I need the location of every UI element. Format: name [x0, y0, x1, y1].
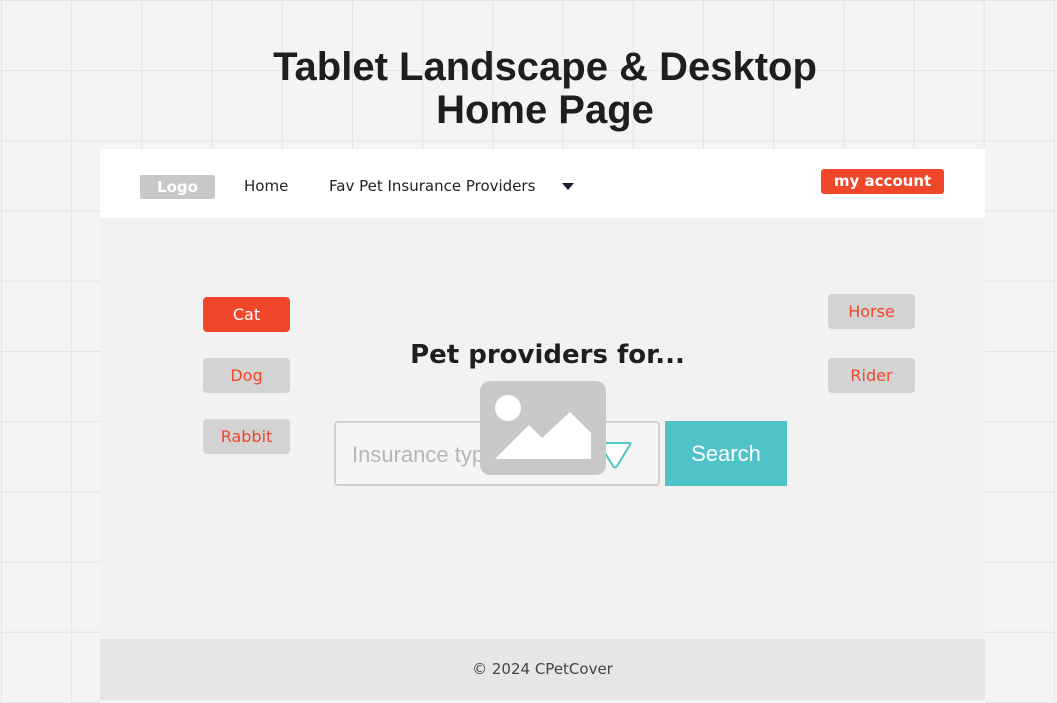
pet-chip-rabbit[interactable]: Rabbit — [203, 419, 290, 454]
pet-chip-horse[interactable]: Horse — [828, 294, 915, 329]
image-placeholder-icon — [480, 381, 606, 475]
logo[interactable]: Logo — [140, 175, 215, 199]
pet-chip-cat[interactable]: Cat — [203, 297, 290, 332]
my-account-button[interactable]: my account — [821, 169, 944, 194]
board-title: Tablet Landscape & Desktop Home Page — [273, 45, 817, 132]
search-button[interactable]: Search — [665, 421, 787, 486]
navbar: Logo Home Fav Pet Insurance Providers my… — [100, 149, 985, 218]
nav-home-link[interactable]: Home — [244, 176, 288, 196]
home-page-frame: Logo Home Fav Pet Insurance Providers my… — [100, 149, 985, 703]
search-heading: Pet providers for... — [410, 340, 685, 370]
copyright-text: © 2024 CPetCover — [472, 660, 613, 678]
pet-chip-rider[interactable]: Rider — [828, 358, 915, 393]
pet-chip-dog[interactable]: Dog — [203, 358, 290, 393]
footer: © 2024 CPetCover — [100, 639, 985, 700]
nav-fav-providers-link[interactable]: Fav Pet Insurance Providers — [329, 176, 535, 196]
caret-down-icon[interactable] — [562, 183, 574, 190]
